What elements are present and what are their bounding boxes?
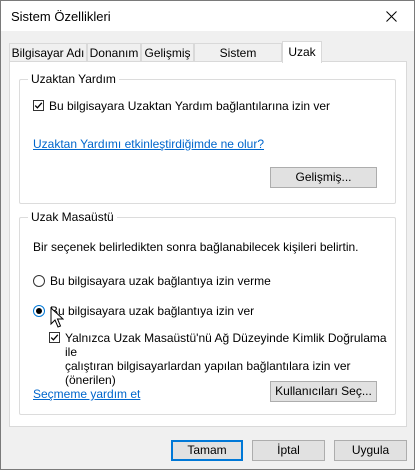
radio-dot — [36, 308, 42, 314]
deny-remote-connection-label: Bu bilgisayara uzak bağlantıya izin verm… — [50, 274, 271, 288]
tab-advanced[interactable]: Gelişmiş — [141, 43, 194, 61]
close-icon — [386, 10, 397, 22]
allow-remote-assistance-label: Bu bilgisayara Uzaktan Yardım bağlantıla… — [49, 99, 331, 113]
tab-computer-name[interactable]: Bilgisayar Adı — [9, 43, 87, 61]
deny-remote-connection-radio[interactable] — [33, 275, 45, 287]
allow-remote-connection-row[interactable]: Bu bilgisayara uzak bağlantıya izin ver — [33, 304, 254, 318]
system-properties-window: Sistem Özellikleri Bilgisayar Adı Donanı… — [0, 0, 415, 470]
nla-only-label: Yalnızca Uzak Masaüstü'nü Ağ Düzeyinde K… — [65, 331, 395, 387]
ok-button[interactable]: Tamam — [171, 440, 243, 461]
mouse-pointer-icon — [50, 307, 64, 328]
cancel-button[interactable]: İptal — [252, 440, 325, 461]
remote-desktop-title: Uzak Masaüstü — [28, 210, 117, 224]
remote-desktop-instruction: Bir seçenek belirledikten sonra bağlanab… — [33, 240, 359, 254]
remote-assistance-title: Uzaktan Yardım — [28, 72, 119, 86]
checkmark-icon — [34, 102, 43, 109]
allow-remote-connection-label: Bu bilgisayara uzak bağlantıya izin ver — [50, 304, 255, 318]
remote-desktop-group: Uzak Masaüstü Bir seçenek belirledikten … — [19, 210, 396, 415]
tab-hardware[interactable]: Donanım — [87, 43, 141, 61]
remote-tab-panel: Uzaktan Yardım Bu bilgisayara Uzaktan Ya… — [9, 61, 407, 427]
title-bar: Sistem Özellikleri — [1, 1, 414, 31]
nla-only-label-line1: Yalnızca Uzak Masaüstü'nü Ağ Düzeyinde K… — [65, 331, 387, 359]
deny-remote-connection-row[interactable]: Bu bilgisayara uzak bağlantıya izin verm… — [33, 274, 271, 288]
allow-remote-connection-radio[interactable] — [33, 305, 45, 317]
apply-button[interactable]: Uygula — [334, 440, 407, 461]
allow-remote-assistance-checkbox[interactable] — [33, 100, 44, 111]
close-button[interactable] — [369, 1, 414, 31]
nla-only-checkbox[interactable] — [49, 332, 60, 343]
nla-only-row[interactable]: Yalnızca Uzak Masaüstü'nü Ağ Düzeyinde K… — [49, 331, 395, 387]
tab-system-protection[interactable]: Sistem Koruması — [194, 43, 282, 78]
advanced-button[interactable]: Gelişmiş... — [270, 167, 377, 188]
remote-assistance-group: Uzaktan Yardım Bu bilgisayara Uzaktan Ya… — [19, 72, 396, 204]
allow-remote-assistance-row[interactable]: Bu bilgisayara Uzaktan Yardım bağlantıla… — [33, 99, 330, 113]
remote-assistance-help-link[interactable]: Uzaktan Yardımı etkinleştirdiğimde ne ol… — [33, 137, 264, 151]
tab-remote[interactable]: Uzak — [282, 41, 322, 63]
window-title: Sistem Özellikleri — [11, 9, 111, 24]
checkmark-icon — [50, 334, 59, 341]
select-users-button[interactable]: Kullanıcıları Seç... — [270, 381, 377, 402]
help-me-choose-link[interactable]: Seçmeme yardım et — [33, 387, 140, 401]
